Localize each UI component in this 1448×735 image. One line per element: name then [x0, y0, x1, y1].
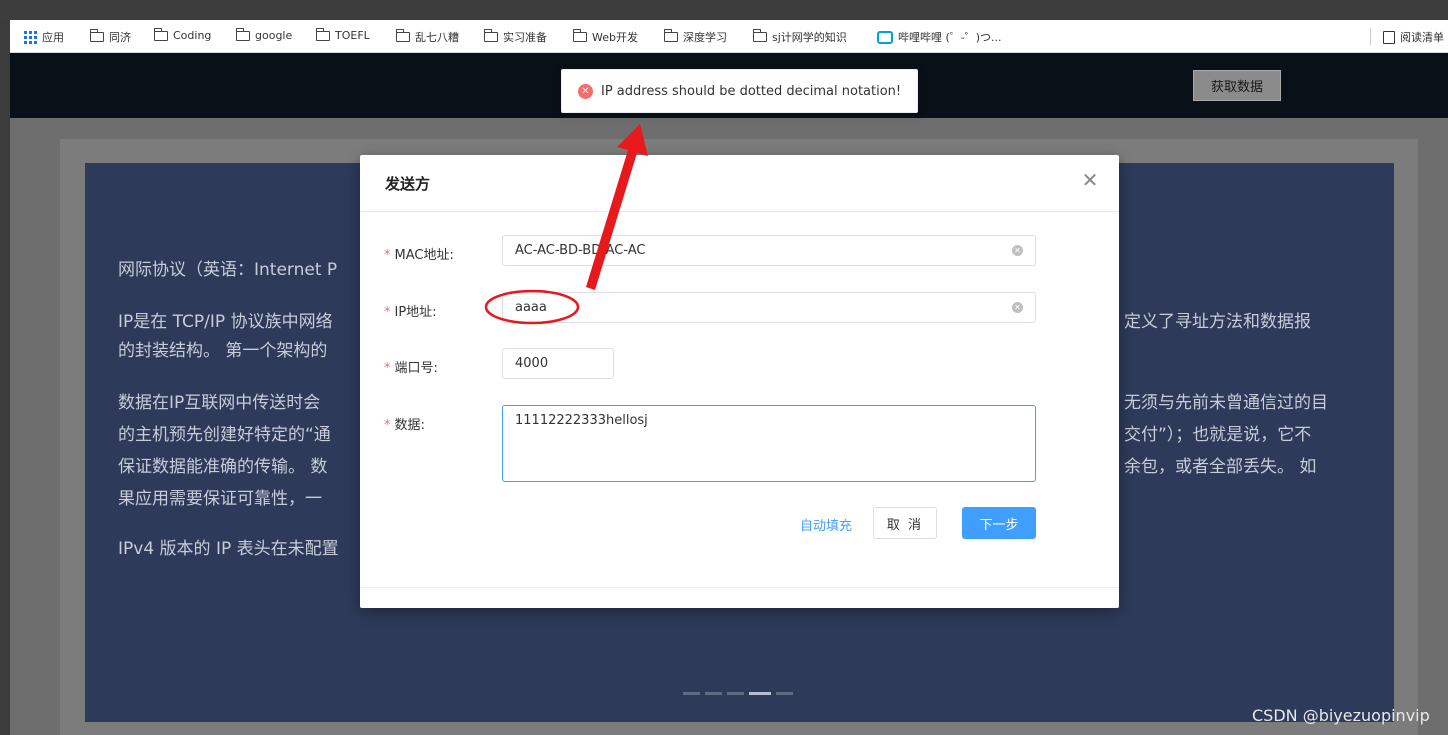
bookmark-label: 深度学习	[683, 31, 727, 44]
page-left-edge	[0, 20, 10, 735]
port-label: * 端口号:	[384, 361, 438, 376]
folder-icon	[395, 29, 410, 42]
error-icon: ✕	[578, 83, 593, 99]
dialog-title: 发送方	[385, 175, 431, 193]
mac-label: * MAC地址:	[384, 248, 454, 263]
autofill-button[interactable]: 自动填充	[800, 515, 852, 534]
bookmark-folder[interactable]: Coding	[153, 27, 212, 42]
bookmark-label: 乱七八糟	[415, 31, 459, 44]
bookmark-label: 哔哩哔哩 (゜-゜)つ...	[898, 31, 1002, 44]
bg-text-line: 定义了寻址方法和数据报	[1124, 312, 1311, 332]
close-icon[interactable]: ✕	[1079, 169, 1101, 191]
port-value: 4000	[515, 356, 549, 371]
bookmark-folder[interactable]: 深度学习	[663, 29, 727, 45]
cancel-button[interactable]: 取 消	[873, 507, 937, 539]
bookmark-folder[interactable]: google	[235, 27, 293, 42]
folder-icon	[235, 27, 250, 41]
mac-input[interactable]: AC-AC-BD-BD-AC-AC ✕	[502, 235, 1036, 266]
browser-top-bar	[0, 0, 1448, 20]
bg-text-line: IPv4 版本的 IP 表头在未配置	[118, 539, 339, 559]
bg-text-line: 交付”）；也就是说，它不	[1124, 425, 1312, 445]
bg-text-line: 果应用需要保证可靠性，一	[118, 489, 322, 509]
bg-text-line: 网际协议（英语：Internet P	[118, 260, 338, 280]
bilibili-tv-icon	[877, 28, 893, 44]
bookmark-folder[interactable]: Web开发	[572, 29, 638, 45]
bg-text-line: 无须与先前未曾通信过的目	[1124, 393, 1328, 413]
clear-icon[interactable]: ✕	[1012, 302, 1023, 313]
folder-icon	[752, 29, 767, 42]
reading-list-icon	[1383, 30, 1395, 44]
bookmark-label: Web开发	[592, 31, 638, 44]
bg-text-line: 数据在IP互联网中传送时会	[118, 393, 321, 413]
carousel-dot[interactable]	[683, 692, 700, 695]
bookmark-label: sj计网学的知识	[772, 31, 847, 44]
ip-input[interactable]: aaaa ✕	[502, 292, 1036, 323]
bookmark-folder[interactable]: TOEFL	[315, 27, 370, 42]
ip-value: aaaa	[515, 300, 547, 315]
port-input[interactable]: 4000	[502, 348, 614, 379]
carousel-indicators	[683, 692, 793, 695]
bookmarks-bar: 应用 同济 Coding google TOEFL 乱七八糟 实习准备 Web开…	[10, 20, 1448, 53]
bookmark-folder[interactable]: sj计网学的知识	[752, 29, 847, 45]
data-label: * 数据:	[384, 418, 425, 433]
reading-list-label: 阅读清单	[1400, 31, 1444, 44]
bookmark-label: 同济	[109, 31, 131, 44]
folder-icon	[153, 27, 168, 41]
bookmark-folder[interactable]: 实习准备	[483, 29, 547, 45]
dialog-header: 发送方 ✕	[360, 155, 1119, 212]
bookmark-bilibili[interactable]: 哔哩哔哩 (゜-゜)つ...	[877, 28, 1002, 45]
toast-message: IP address should be dotted decimal nota…	[601, 83, 902, 99]
bg-text-line: 余包，或者全部丢失。 如	[1124, 457, 1317, 477]
bookmark-divider	[1370, 28, 1371, 45]
bookmark-label: google	[255, 29, 293, 42]
folder-icon	[663, 29, 678, 42]
dialog-footer-divider	[360, 587, 1119, 588]
bookmark-label: Coding	[173, 29, 212, 42]
sender-dialog: 发送方 ✕ * MAC地址: AC-AC-BD-BD-AC-AC ✕ * IP地址:…	[360, 155, 1119, 608]
folder-icon	[483, 29, 498, 42]
reading-list-button[interactable]: 阅读清单	[1383, 29, 1444, 45]
next-step-button[interactable]: 下一步	[962, 507, 1036, 539]
carousel-dot-active[interactable]	[749, 692, 771, 695]
folder-icon	[89, 29, 104, 42]
error-toast: ✕ IP address should be dotted decimal no…	[561, 69, 918, 113]
clear-icon[interactable]: ✕	[1012, 245, 1023, 256]
ip-label: * IP地址:	[384, 305, 437, 320]
bg-text-line: IP是在 TCP/IP 协议族中网络	[118, 312, 333, 332]
bookmark-folder[interactable]: 乱七八糟	[395, 29, 459, 45]
data-textarea[interactable]: 11112222333hellosj	[502, 405, 1036, 482]
bookmark-apps[interactable]: 应用	[24, 29, 64, 45]
folder-icon	[572, 29, 587, 42]
carousel-dot[interactable]	[776, 692, 793, 695]
watermark-text: CSDN @biyezuopinvip	[1252, 706, 1430, 725]
bg-text-line: 的封装结构。 第一个架构的	[118, 341, 328, 361]
folder-icon	[315, 27, 330, 41]
bg-text-line: 的主机预先创建好特定的“通	[118, 425, 331, 445]
bookmark-label: 实习准备	[503, 31, 547, 44]
fetch-data-button[interactable]: 获取数据	[1193, 70, 1281, 101]
apps-grid-icon	[24, 30, 37, 44]
carousel-dot[interactable]	[705, 692, 722, 695]
carousel-dot[interactable]	[727, 692, 744, 695]
bookmark-folder[interactable]: 同济	[89, 29, 131, 45]
mac-value: AC-AC-BD-BD-AC-AC	[515, 243, 646, 258]
bg-text-line: 保证数据能准确的传输。 数	[118, 457, 328, 477]
bookmark-label: 应用	[42, 31, 64, 44]
bookmark-label: TOEFL	[335, 29, 370, 42]
